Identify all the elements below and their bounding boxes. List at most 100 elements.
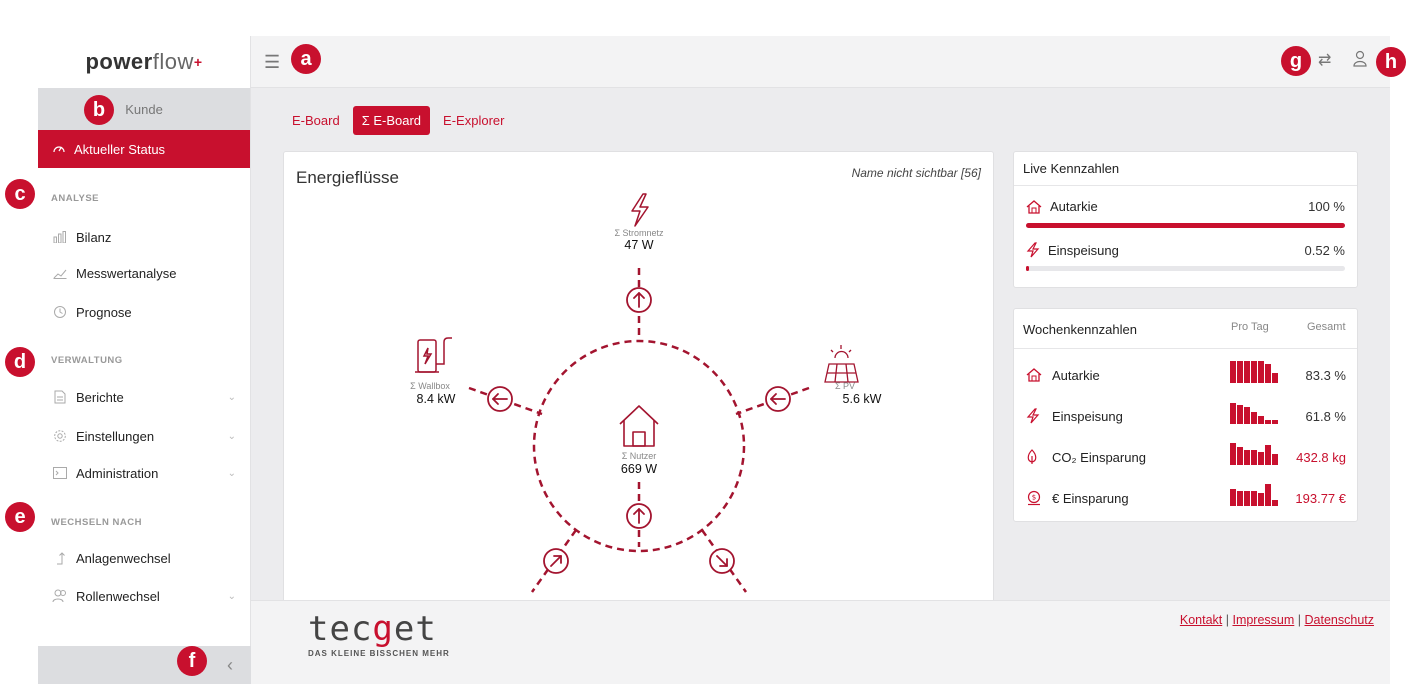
live-kpi-title: Live Kennzahlen <box>1014 152 1357 186</box>
daily-bar <box>1265 484 1271 506</box>
weekly-row-label: Einspeisung <box>1052 408 1123 424</box>
kpi-autarkie-bar-fill <box>1026 223 1345 228</box>
annotation-badge-c: c <box>5 179 35 209</box>
sidebar-item-rollenwechsel[interactable]: Rollenwechsel ⌄ <box>38 577 250 615</box>
gear-icon <box>52 428 68 444</box>
sidebar-item-label: Aktueller Status <box>74 141 166 157</box>
weekly-row-value: 61.8 % <box>1305 408 1346 424</box>
daily-bar <box>1244 450 1250 465</box>
weekly-row-value: 432.8 kg <box>1296 449 1346 465</box>
annotation-badge-f: f <box>177 646 207 676</box>
sidebar-item-bilanz[interactable]: Bilanz <box>38 218 250 256</box>
gauge-icon <box>53 146 65 153</box>
house-icon <box>1026 199 1042 214</box>
tab-sum-e-board[interactable]: Σ E-Board <box>352 106 431 135</box>
daily-bar <box>1230 403 1236 424</box>
daily-bar <box>1258 416 1264 424</box>
home-label: Σ Nutzer <box>621 451 657 461</box>
daily-bar <box>1237 405 1243 424</box>
daily-bar <box>1244 361 1250 383</box>
switch-arrow-icon <box>52 550 68 566</box>
leaf-icon <box>1026 449 1044 465</box>
wallbox-icon <box>415 337 452 373</box>
customer-label: Kunde <box>125 101 163 117</box>
weekly-row-label: CO₂ Einsparung <box>1052 449 1146 465</box>
hamburger-menu-icon[interactable]: ☰ <box>264 52 280 73</box>
brand-accent-letter: g <box>372 609 394 649</box>
energy-flow-card: Energieflüsse Name nicht sichtbar [56] Σ… <box>283 151 994 611</box>
sidebar-item-aktueller-status[interactable]: Aktueller Status <box>38 130 250 168</box>
pv-label: Σ PV <box>834 381 856 391</box>
sidebar-item-administration[interactable]: Administration ⌄ <box>38 454 250 492</box>
annotation-badge-h: h <box>1376 47 1406 77</box>
line-chart-icon <box>52 265 68 281</box>
footer-links: Kontakt | Impressum | Datenschutz <box>1180 613 1374 627</box>
chevron-down-icon: ⌄ <box>227 430 236 442</box>
annotation-badge-b: b <box>84 95 114 125</box>
chevron-down-icon: ⌄ <box>227 467 236 479</box>
column-per-day: Pro Tag <box>1231 321 1269 333</box>
tecget-logo[interactable]: tecget DAS KLEINE BISSCHEN MEHR <box>308 611 450 658</box>
users-icon <box>52 588 68 604</box>
annotation-badge-a: a <box>291 44 321 74</box>
daily-bars <box>1230 361 1278 383</box>
daily-bar <box>1230 443 1236 465</box>
brand-part: tec <box>308 609 373 649</box>
sidebar-item-anlagenwechsel[interactable]: Anlagenwechsel <box>38 539 250 577</box>
chevron-down-icon: ⌄ <box>227 590 236 602</box>
sidebar-item-messwertanalyse[interactable]: Messwertanalyse <box>38 254 250 292</box>
customer-selector[interactable]: Kunde <box>38 88 250 130</box>
bar-chart-icon <box>52 229 68 245</box>
weekly-row-einspeisung: Einspeisung 61.8 % <box>1026 402 1346 430</box>
top-bar: ☰ ⇄ <box>251 36 1390 88</box>
daily-bar <box>1272 420 1278 424</box>
daily-bar <box>1244 407 1250 424</box>
sidebar-item-label: Administration <box>76 465 159 481</box>
solar-panel-icon <box>824 345 859 383</box>
energy-card-title: Energieflüsse <box>296 168 400 187</box>
daily-bar <box>1251 450 1257 465</box>
annotation-badge-e: e <box>5 502 35 532</box>
weekly-row-euro: $ € Einsparung 193.77 € <box>1026 484 1346 512</box>
link-separator: | <box>1225 613 1229 627</box>
terminal-icon <box>52 465 68 481</box>
brand-part: et <box>393 609 437 649</box>
daily-bars <box>1230 402 1278 424</box>
tab-e-explorer[interactable]: E-Explorer <box>434 106 513 135</box>
tecget-wordmark: tecget <box>308 611 450 647</box>
tab-e-board[interactable]: E-Board <box>283 106 349 135</box>
sidebar-collapse-button[interactable]: ‹ <box>38 646 251 684</box>
logo-bold-text: power <box>85 49 153 74</box>
swap-icon[interactable]: ⇄ <box>1318 50 1331 70</box>
daily-bar <box>1272 373 1278 383</box>
section-analyse: ANALYSE <box>51 193 100 204</box>
sidebar-item-einstellungen[interactable]: Einstellungen ⌄ <box>38 417 250 455</box>
kpi-autarkie: Autarkie 100 % <box>1026 199 1345 214</box>
link-kontakt[interactable]: Kontakt <box>1180 613 1222 627</box>
sidebar-item-label: Rollenwechsel <box>76 588 160 604</box>
kpi-einspeisung-bar <box>1026 266 1345 271</box>
weekly-kpi-title: Wochenkennzahlen <box>1023 322 1137 337</box>
kpi-einspeisung-label: Einspeisung <box>1048 242 1119 258</box>
daily-bar <box>1230 489 1236 506</box>
lightning-icon <box>1026 242 1040 258</box>
daily-bar <box>1237 447 1243 465</box>
sidebar-item-berichte[interactable]: Berichte ⌄ <box>38 378 250 416</box>
weekly-row-co2: CO₂ Einsparung 432.8 kg <box>1026 443 1346 471</box>
kpi-autarkie-label: Autarkie <box>1050 199 1098 214</box>
chevron-left-icon: ‹ <box>227 654 233 675</box>
annotation-badge-g: g <box>1281 46 1311 76</box>
daily-bar <box>1265 420 1271 424</box>
link-datenschutz[interactable]: Datenschutz <box>1305 613 1374 627</box>
powerflow-logo[interactable]: power flow + <box>38 36 250 88</box>
grid-label: Σ Stromnetz <box>614 228 664 238</box>
wallbox-value: 8.4 kW <box>416 392 456 406</box>
link-impressum[interactable]: Impressum <box>1232 613 1294 627</box>
daily-bar <box>1230 361 1236 383</box>
clock-icon <box>52 304 68 320</box>
site-name: Name nicht sichtbar [56] <box>851 166 981 180</box>
user-icon[interactable] <box>1352 50 1368 73</box>
sidebar-item-label: Einstellungen <box>76 428 155 444</box>
sidebar-item-prognose[interactable]: Prognose <box>38 293 250 331</box>
weekly-row-value: 83.3 % <box>1305 367 1346 383</box>
